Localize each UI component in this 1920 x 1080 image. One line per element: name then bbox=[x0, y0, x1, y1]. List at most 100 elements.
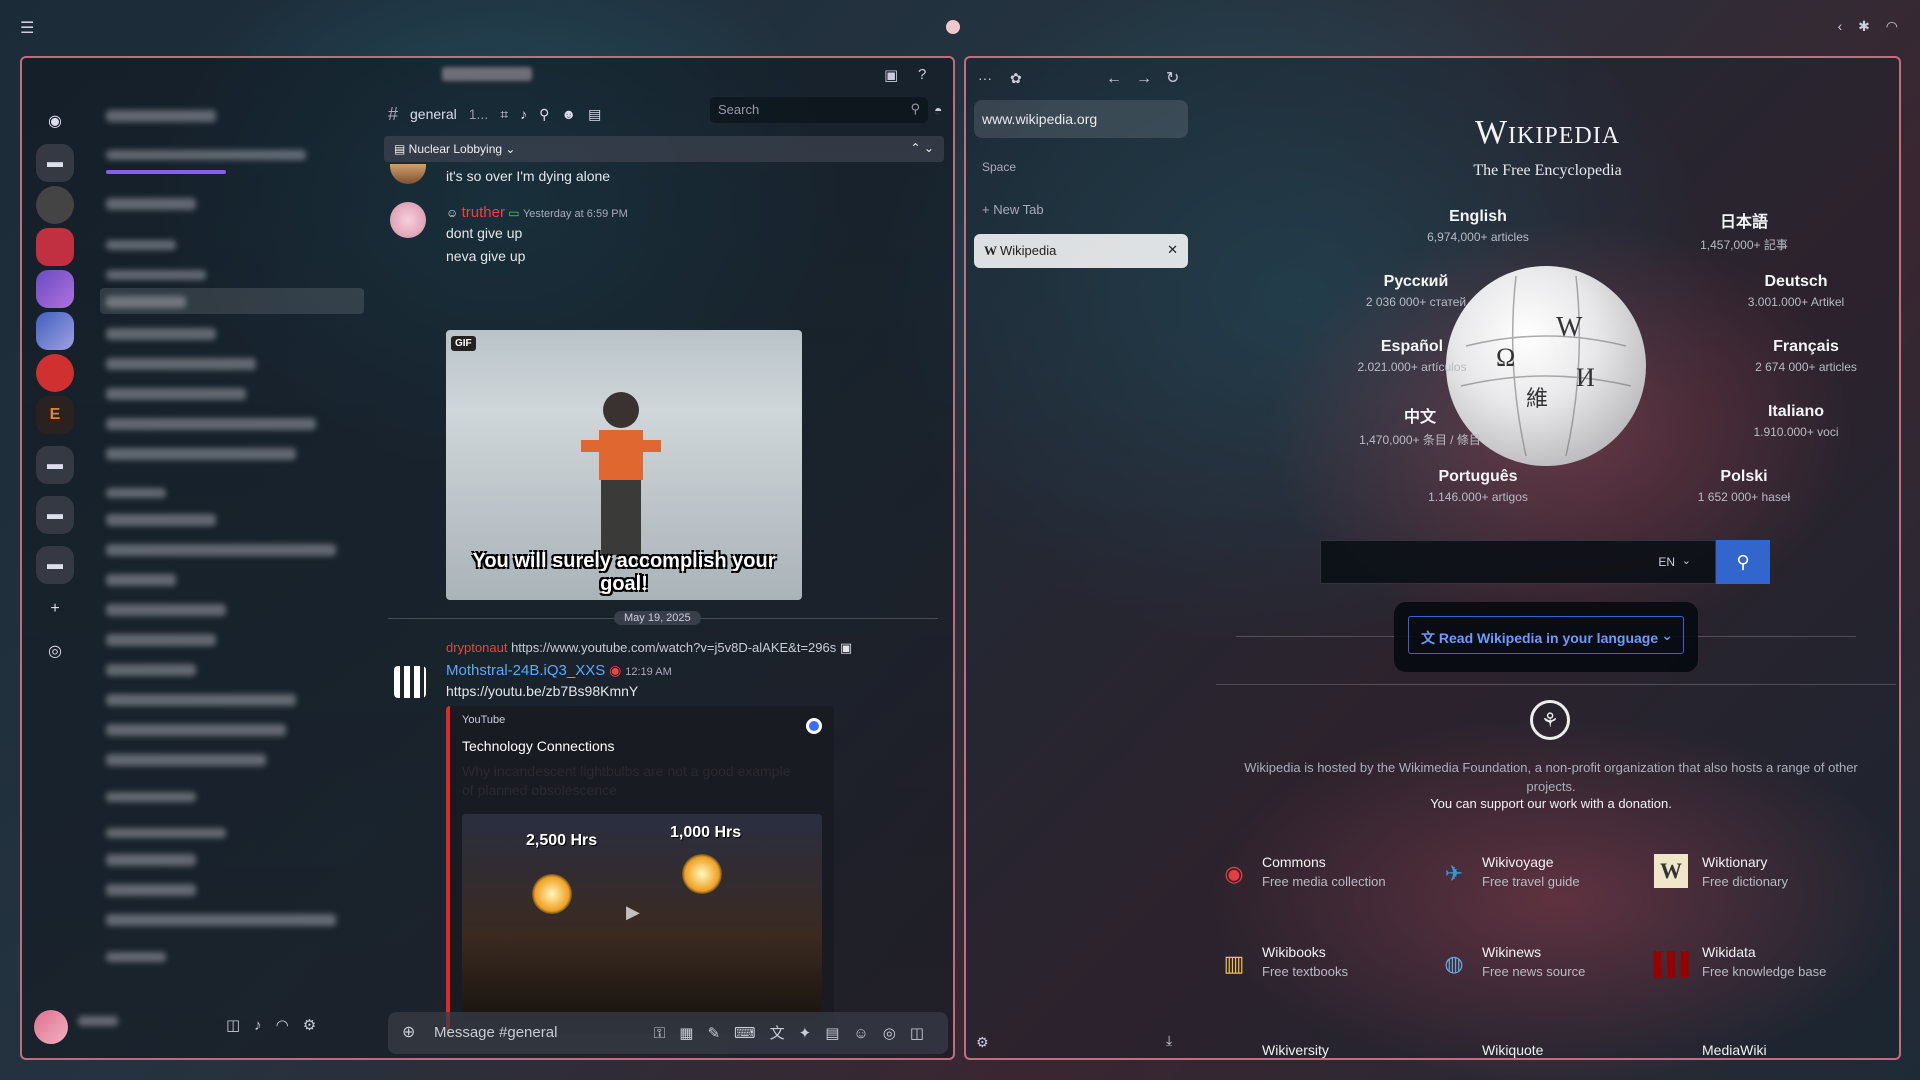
server-icon[interactable] bbox=[36, 186, 74, 224]
avatar[interactable] bbox=[34, 1010, 68, 1044]
wikipedia-search-input[interactable]: EN ⌄ bbox=[1320, 540, 1716, 584]
category-blurred[interactable] bbox=[106, 488, 166, 498]
settings-sliders-icon[interactable]: ☰ bbox=[20, 18, 34, 38]
server-icon[interactable] bbox=[36, 354, 74, 392]
members-icon[interactable]: ☻ bbox=[561, 106, 576, 122]
language-link-french[interactable]: Français 2 674 000+ articles bbox=[1706, 338, 1899, 374]
channel-blurred[interactable] bbox=[106, 388, 246, 400]
workspace-indicator[interactable] bbox=[946, 20, 960, 34]
channel-blurred[interactable] bbox=[106, 724, 286, 736]
search-button[interactable]: ⚲ bbox=[1716, 540, 1770, 584]
new-tab-button[interactable]: + New Tab bbox=[982, 202, 1044, 217]
channel-blurred[interactable] bbox=[106, 914, 336, 926]
language-link-italian[interactable]: Italiano 1.910.000+ voci bbox=[1696, 403, 1896, 439]
folder-icon[interactable]: ▬ bbox=[36, 546, 74, 584]
thread-nav-icons[interactable]: ⌃ ⌄ bbox=[911, 141, 934, 155]
language-link-chinese[interactable]: 中文 1,470,000+ 条目 / 條目 bbox=[1320, 403, 1520, 448]
server-icon[interactable] bbox=[36, 312, 74, 350]
server-icon[interactable] bbox=[36, 270, 74, 308]
inbox-icon[interactable]: ▣ bbox=[884, 66, 898, 84]
help-icon[interactable]: ? bbox=[918, 66, 926, 83]
forum-icon[interactable]: ▤ bbox=[588, 106, 601, 123]
video-thumbnail[interactable]: 2,500 Hrs 1,000 Hrs ▶ bbox=[462, 814, 822, 1018]
screen-icon: ▭ bbox=[504, 206, 523, 220]
url-bar[interactable]: www.wikipedia.org bbox=[974, 100, 1188, 138]
composer-icons[interactable]: ⚿▦✎⌨文✦▤☺◎◫ bbox=[654, 1022, 938, 1043]
message-input[interactable]: Message #general bbox=[434, 1024, 557, 1041]
channel-blurred[interactable] bbox=[106, 574, 176, 586]
language-link-spanish[interactable]: Español 2.021.000+ artículos bbox=[1312, 338, 1512, 374]
channel-blurred[interactable] bbox=[106, 544, 336, 556]
channel-blurred[interactable] bbox=[106, 448, 296, 460]
embed-title[interactable]: Why incandescent lightbulbs are not a go… bbox=[462, 762, 802, 800]
add-server-icon[interactable]: + bbox=[36, 590, 74, 628]
language-link-polish[interactable]: Polski 1 652 000+ haseł bbox=[1644, 468, 1844, 504]
language-link-portuguese[interactable]: Português 1.146.000+ artigos bbox=[1378, 468, 1578, 504]
discord-home-icon[interactable]: ◉ bbox=[36, 102, 74, 140]
tab-wikipedia[interactable]: W Wikipedia ✕ bbox=[974, 234, 1188, 268]
channel-blurred[interactable] bbox=[106, 664, 196, 676]
folder-icon[interactable]: ▬ bbox=[36, 496, 74, 534]
category-blurred[interactable] bbox=[106, 828, 226, 838]
bell-icon[interactable]: ♪ bbox=[520, 106, 527, 122]
donation-link[interactable]: You can support our work with a donation… bbox=[1236, 796, 1866, 811]
channel-blurred[interactable] bbox=[106, 754, 266, 766]
reply-text[interactable]: https://www.youtube.com/watch?v=j5v8D-al… bbox=[511, 640, 836, 655]
settings-icon[interactable]: ⚙ bbox=[976, 1034, 989, 1051]
avatar[interactable] bbox=[394, 666, 426, 698]
search-input[interactable]: Search ⚲ bbox=[710, 97, 928, 123]
nav-controls[interactable]: ←→↻ bbox=[1106, 68, 1193, 88]
message-author[interactable]: truther bbox=[462, 204, 505, 221]
embed-channel[interactable]: Technology Connections bbox=[462, 738, 615, 754]
channel-blurred[interactable] bbox=[106, 296, 186, 308]
threads-icon[interactable]: ⌗ bbox=[500, 106, 508, 123]
date-divider: May 19, 2025 bbox=[388, 611, 938, 625]
category-blurred[interactable] bbox=[106, 952, 166, 962]
message-author[interactable]: Mothstral-24B.iQ3_XXS bbox=[446, 662, 605, 679]
folder-icon[interactable]: ▬ bbox=[36, 446, 74, 484]
channel-blurred[interactable] bbox=[106, 358, 256, 370]
gif-attachment[interactable]: GIF You will surely accomplish your goal… bbox=[446, 330, 802, 600]
menu-icon[interactable]: ··· bbox=[978, 70, 992, 86]
category-blurred[interactable] bbox=[106, 270, 206, 280]
system-tray[interactable]: ‹ ✱ ◠ bbox=[1838, 18, 1904, 35]
extensions-icon[interactable]: ✿ bbox=[1010, 70, 1022, 87]
channel-blurred[interactable] bbox=[106, 418, 316, 430]
user-icon[interactable]: ◓ bbox=[934, 102, 942, 118]
language-link-german[interactable]: Deutsch 3.001.000+ Artikel bbox=[1696, 273, 1896, 309]
server-icon[interactable]: E bbox=[36, 396, 74, 434]
message-link[interactable]: https://youtu.be/zb7Bs98KmnY bbox=[446, 683, 638, 699]
thread-bar[interactable]: ▤ Nuclear Lobbying ⌄ ⌃ ⌄ bbox=[384, 136, 944, 162]
pin-icon[interactable]: ⚲ bbox=[539, 106, 549, 123]
folder-icon[interactable]: ▬ bbox=[36, 144, 74, 182]
channel-blurred[interactable] bbox=[106, 634, 216, 646]
language-link-japanese[interactable]: 日本語 1,457,000+ 記事 bbox=[1644, 208, 1844, 253]
channel-blurred[interactable] bbox=[106, 884, 196, 896]
download-icon[interactable]: ⤓ bbox=[1166, 1032, 1172, 1049]
channel-blurred[interactable] bbox=[106, 328, 216, 340]
avatar[interactable] bbox=[390, 164, 426, 184]
read-in-language-button[interactable]: 文 Read Wikipedia in your language ⌄ bbox=[1408, 616, 1684, 654]
chevron-down-icon[interactable]: ⌄ bbox=[1682, 554, 1691, 567]
category-blurred[interactable] bbox=[106, 792, 196, 802]
add-attachment-icon[interactable]: ⊕ bbox=[402, 1022, 415, 1042]
channel-blurred[interactable] bbox=[106, 854, 196, 866]
category-blurred[interactable] bbox=[106, 240, 176, 250]
svg-text:И: И bbox=[1576, 363, 1595, 392]
browser-sidebar: ··· ✿ ←→↻ www.wikipedia.org Space + New … bbox=[966, 58, 1196, 1058]
channel-blurred[interactable] bbox=[106, 514, 216, 526]
language-link-english[interactable]: English 6,974,000+ articles bbox=[1378, 208, 1578, 244]
channel-blurred[interactable] bbox=[106, 604, 226, 616]
avatar[interactable] bbox=[390, 202, 426, 238]
reply-author[interactable]: dryptonaut bbox=[446, 640, 507, 655]
channel-blurred[interactable] bbox=[106, 198, 196, 210]
user-controls[interactable]: ◫♪◠⚙ bbox=[226, 1016, 330, 1034]
message-composer[interactable]: ⊕ Message #general ⚿▦✎⌨文✦▤☺◎◫ bbox=[388, 1012, 948, 1054]
close-icon[interactable]: ✕ bbox=[1167, 242, 1178, 258]
channel-blurred[interactable] bbox=[106, 694, 296, 706]
language-select[interactable]: EN bbox=[1658, 555, 1675, 569]
discover-icon[interactable]: ◎ bbox=[36, 632, 74, 670]
server-icon[interactable] bbox=[36, 228, 74, 266]
play-icon[interactable]: ▶ bbox=[626, 902, 640, 923]
language-link-russian[interactable]: Русский 2 036 000+ статей bbox=[1316, 273, 1516, 309]
